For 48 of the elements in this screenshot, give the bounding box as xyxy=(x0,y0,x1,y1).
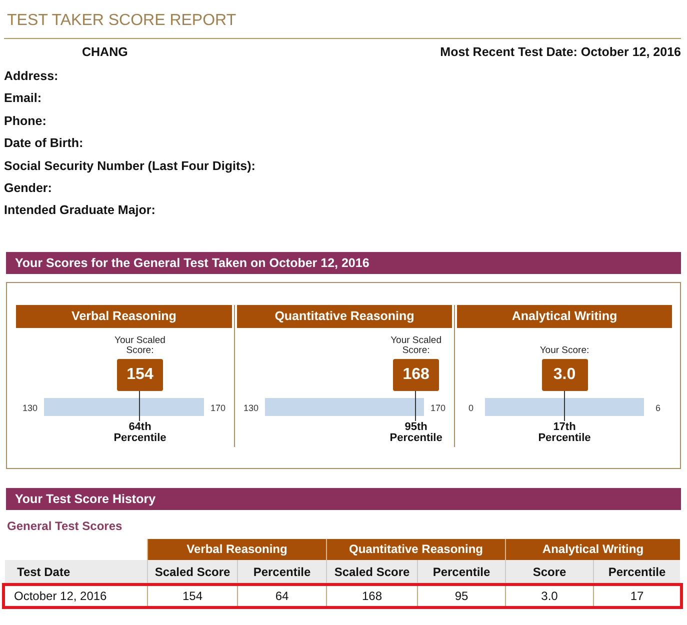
field-label: Address: xyxy=(4,68,60,85)
range-min-label: 130 xyxy=(242,402,260,413)
scaled-score: 168 xyxy=(393,358,440,391)
field-label: Phone: xyxy=(4,112,48,130)
field-label: Gender: xyxy=(4,180,53,198)
score-caption: Your Scaled Score: xyxy=(114,334,166,357)
range-max-label: 170 xyxy=(429,402,447,413)
column-header: Score xyxy=(505,560,593,583)
table-cell: 168 xyxy=(326,586,417,606)
column-header: Percentile xyxy=(593,560,680,583)
scaled-score: 154 xyxy=(117,358,163,391)
section-heading: Your Test Score History xyxy=(6,488,681,510)
column-header: Test Date xyxy=(5,560,147,583)
field-label: Intended Graduate Major: xyxy=(4,202,156,220)
field-label: Date of Birth: xyxy=(4,135,84,152)
score-caption: Your Scaled Score: xyxy=(390,334,442,357)
recent-test-date: Most Recent Test Date: October 12, 2016 xyxy=(440,45,681,59)
scaled-score: 3.0 xyxy=(542,358,588,391)
field-label: Social Security Number (Last Four Digits): xyxy=(4,158,256,175)
table-cell: 154 xyxy=(147,586,237,606)
column-group-header: Quantitative Reasoning xyxy=(326,538,505,560)
table-cell: 3.0 xyxy=(505,586,593,606)
field-label: Email: xyxy=(4,90,43,108)
table-cell: 17 xyxy=(593,586,680,606)
table-cell-text: October 12, 2016 xyxy=(13,588,108,605)
column-group-header: Verbal Reasoning xyxy=(147,538,326,560)
column-header: Percentile xyxy=(237,560,326,583)
column-header: Scaled Score xyxy=(147,560,237,583)
column-group-header: Analytical Writing xyxy=(505,538,680,560)
score-category: Analytical Writing xyxy=(457,304,672,328)
section-heading: Your Scores for the General Test Taken on October 12, 2016 xyxy=(6,252,681,274)
range-min-label: 0 xyxy=(467,402,474,413)
table-cell: 64 xyxy=(237,586,326,606)
candidate-name: CHANG xyxy=(82,45,128,59)
column-header: Percentile xyxy=(417,560,505,583)
percentile-label: 17th Percentile xyxy=(537,422,592,444)
table-cell: 95 xyxy=(417,586,505,606)
percentile-label: 64th Percentile xyxy=(112,422,168,444)
score-category: Verbal Reasoning xyxy=(16,304,232,328)
range-max-label: 170 xyxy=(209,402,227,413)
percentile-label: 95th Percentile xyxy=(388,422,444,444)
report-title: TEST TAKER SCORE REPORT xyxy=(4,10,681,39)
column-header: Scaled Score xyxy=(326,560,417,583)
subsection-heading: General Test Scores xyxy=(6,518,124,533)
range-max-label: 6 xyxy=(654,402,662,413)
range-min-label: 130 xyxy=(21,402,39,413)
score-caption: Your Score: xyxy=(538,344,590,357)
score-category: Quantitative Reasoning xyxy=(237,304,452,328)
